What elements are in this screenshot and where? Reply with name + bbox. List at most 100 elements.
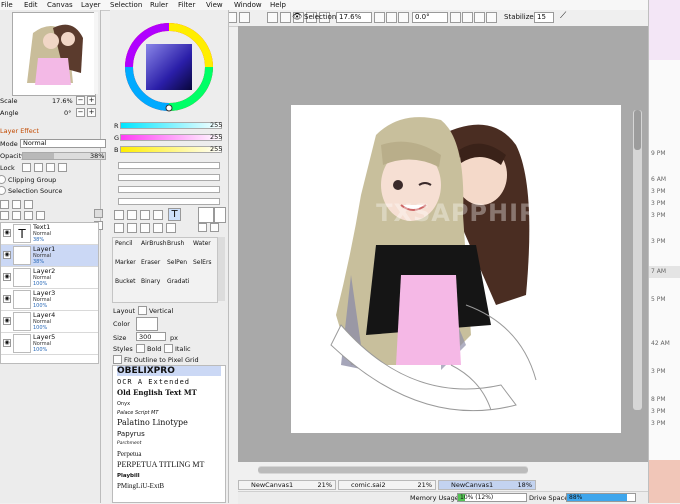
bold-checkbox[interactable] xyxy=(136,344,145,353)
horizontal-scroll-thumb[interactable] xyxy=(258,467,528,473)
eye-icon[interactable]: 👁 xyxy=(292,11,302,22)
delete-layer-icon[interactable] xyxy=(0,211,9,220)
tool-bucket[interactable]: Bucket xyxy=(115,278,136,285)
text-color-swatch[interactable] xyxy=(136,317,158,331)
font-item[interactable]: PERPETUA TITLING MT xyxy=(117,460,221,470)
ruler-icon[interactable] xyxy=(267,12,278,23)
color-wheel[interactable] xyxy=(124,22,214,112)
menu-file[interactable]: File xyxy=(1,0,13,10)
scratch-slider-1[interactable] xyxy=(118,162,220,169)
tool-gradation[interactable]: Gradati xyxy=(167,278,189,285)
font-item[interactable]: Palace Script MT xyxy=(117,408,221,418)
brush-panel-icon[interactable] xyxy=(239,12,250,23)
font-item[interactable]: Parchment xyxy=(117,439,221,449)
visibility-icon[interactable]: ◉ xyxy=(3,273,11,281)
text-tool-icon[interactable]: T xyxy=(168,208,181,221)
tool-binary[interactable]: Binary xyxy=(141,278,160,285)
visibility-icon[interactable]: ◉ xyxy=(3,339,11,347)
shape-icon[interactable] xyxy=(153,210,163,220)
layer-row-layer4[interactable]: ◉ Layer4 Normal 100% xyxy=(1,311,98,333)
layer-row-layer2[interactable]: ◉ Layer2 Normal 100% xyxy=(1,267,98,289)
zoom-plus-icon[interactable]: + xyxy=(87,96,96,105)
merge-down-icon[interactable] xyxy=(24,211,33,220)
scratch-slider-3[interactable] xyxy=(118,186,220,193)
menu-help[interactable]: Help xyxy=(270,0,286,10)
transfer-down-icon[interactable] xyxy=(36,211,45,220)
navigator-scrollbar[interactable] xyxy=(94,12,98,94)
font-item-selected[interactable]: OBELIXPRO xyxy=(117,366,221,376)
menu-selection[interactable]: Selection xyxy=(110,0,142,10)
fit-outline-checkbox[interactable] xyxy=(113,355,122,364)
rotation-field[interactable]: 0.0° xyxy=(412,12,448,23)
eyedropper-icon[interactable] xyxy=(166,223,176,233)
tool-water[interactable]: Water xyxy=(193,240,211,247)
g-slider[interactable] xyxy=(120,134,222,141)
canvas-tab[interactable]: NewCanvas1 21% xyxy=(238,480,336,490)
zoom-minus-icon[interactable]: − xyxy=(76,96,85,105)
font-item[interactable]: PMingLiU-ExtB xyxy=(117,481,221,491)
visibility-icon[interactable]: ◉ xyxy=(3,317,11,325)
font-item[interactable]: Perpetua xyxy=(117,449,221,459)
scratch-slider-4[interactable] xyxy=(118,198,220,205)
menu-view[interactable]: View xyxy=(206,0,223,10)
zoom-out-icon[interactable] xyxy=(386,12,397,23)
transparent-icon[interactable] xyxy=(210,223,219,232)
grid-icon[interactable] xyxy=(280,12,291,23)
canvas-artwork[interactable]: TXSAPPHIRE xyxy=(291,105,621,433)
navigator-preview[interactable] xyxy=(12,12,96,96)
rotate-left-icon[interactable] xyxy=(450,12,461,23)
menu-layer[interactable]: Layer xyxy=(81,0,101,10)
new-linework-icon[interactable] xyxy=(12,200,21,209)
layer-settings-icon[interactable] xyxy=(94,209,103,218)
mode-select[interactable]: Normal xyxy=(20,139,106,148)
tool-marker[interactable]: Marker xyxy=(115,259,136,266)
rotate-minus-icon[interactable]: − xyxy=(76,108,85,117)
tool-selers[interactable]: SelErs xyxy=(193,259,212,266)
layer-effect-header[interactable]: Layer Effect xyxy=(0,127,39,135)
tool-pencil[interactable]: Pencil xyxy=(115,240,133,247)
select-rect-icon[interactable] xyxy=(114,210,124,220)
rotate-right-icon[interactable] xyxy=(462,12,473,23)
zoom-field[interactable]: 17.6% xyxy=(336,12,372,23)
visibility-icon[interactable]: ◉ xyxy=(3,295,11,303)
new-layer-icon[interactable] xyxy=(0,200,9,209)
italic-checkbox[interactable] xyxy=(164,344,173,353)
layer-row-layer1[interactable]: ◉ Layer1 Normal 38% xyxy=(1,245,98,267)
layer-row-layer5[interactable]: ◉ Layer5 Normal 100% xyxy=(1,333,98,355)
hand-icon[interactable] xyxy=(153,223,163,233)
menu-canvas[interactable]: Canvas xyxy=(47,0,73,10)
visibility-icon[interactable]: ◉ xyxy=(3,251,11,259)
menu-filter[interactable]: Filter xyxy=(178,0,195,10)
tool-airbrush[interactable]: AirBrush xyxy=(141,240,167,247)
canvas-tab-active[interactable]: NewCanvas1 18% xyxy=(438,480,536,490)
magic-wand-icon[interactable] xyxy=(140,210,150,220)
tool-selpen[interactable]: SelPen xyxy=(167,259,187,266)
swap-color-icon[interactable] xyxy=(198,223,207,232)
canvas-viewport[interactable]: TXSAPPHIRE xyxy=(238,26,648,462)
vertical-scroll-thumb[interactable] xyxy=(634,110,641,150)
vertical-checkbox[interactable] xyxy=(138,306,147,315)
clipping-checkbox[interactable] xyxy=(0,175,6,184)
zoom-reset-icon[interactable] xyxy=(398,12,409,23)
rotate-plus-icon[interactable]: + xyxy=(87,108,96,117)
font-item[interactable]: Old English Text MT xyxy=(117,388,221,398)
new-folder-icon[interactable] xyxy=(24,200,33,209)
fg-color-swatch[interactable] xyxy=(198,207,214,223)
scratch-slider-2[interactable] xyxy=(118,174,220,181)
lock-icon[interactable] xyxy=(22,163,31,172)
bg-color-swatch[interactable] xyxy=(214,207,226,223)
angle-value[interactable]: 0° xyxy=(64,109,71,117)
lock-all-icon[interactable] xyxy=(58,163,67,172)
font-item[interactable]: Palatino Linotype xyxy=(117,418,221,428)
clear-layer-icon[interactable] xyxy=(12,211,21,220)
layer-row-text1[interactable]: ◉ T Text1 Normal 38% xyxy=(1,223,98,245)
size-field[interactable]: 300 xyxy=(136,332,166,341)
horizontal-scrollbar[interactable] xyxy=(258,466,528,474)
move-icon[interactable] xyxy=(114,223,124,233)
zoom-icon[interactable] xyxy=(127,223,137,233)
rotate-icon[interactable] xyxy=(140,223,150,233)
canvas-tab[interactable]: comic.sai2 21% xyxy=(338,480,436,490)
menu-window[interactable]: Window xyxy=(234,0,262,10)
rotate-reset-icon[interactable] xyxy=(474,12,485,23)
zoom-in-icon[interactable] xyxy=(374,12,385,23)
